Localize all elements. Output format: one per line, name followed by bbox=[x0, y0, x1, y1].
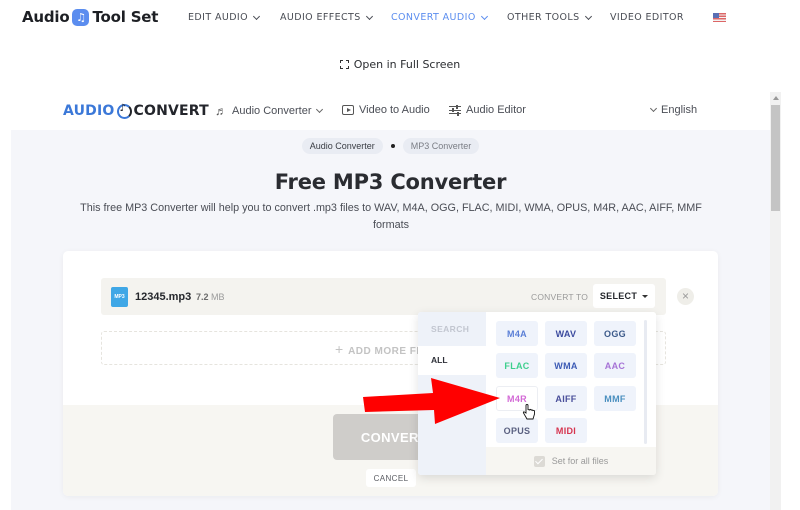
format-option-m4a[interactable]: M4A bbox=[496, 321, 538, 346]
file-row: MP3 12345.mp3 7.2 MB CONVERT TO SELECT bbox=[101, 278, 666, 315]
breadcrumb: Audio Converter MP3 Converter bbox=[11, 138, 770, 154]
format-option-midi[interactable]: MIDI bbox=[545, 418, 587, 443]
music-notes-icon: ♬ bbox=[215, 104, 227, 118]
play-icon bbox=[342, 105, 354, 115]
nav-label: EDIT AUDIO bbox=[188, 12, 248, 23]
format-option-aac[interactable]: AAC bbox=[594, 353, 636, 378]
format-search-input[interactable]: SEARCH bbox=[418, 312, 486, 346]
convert-to-label: CONVERT TO bbox=[531, 292, 589, 302]
app-nav-audio-converter[interactable]: ♬ Audio Converter bbox=[215, 104, 323, 118]
nav-label: OTHER TOOLS bbox=[507, 12, 580, 23]
nav-label: AUDIO EFFECTS bbox=[280, 12, 361, 23]
chevron-down-icon bbox=[252, 12, 261, 20]
embedded-app-frame: AUDIO CONVERT ♬ Audio Converter Video to… bbox=[11, 92, 781, 510]
fullscreen-icon bbox=[339, 60, 349, 69]
breadcrumb-audio-converter[interactable]: Audio Converter bbox=[301, 138, 383, 154]
file-name: 12345.mp3 bbox=[135, 291, 192, 303]
format-option-mmf[interactable]: MMF bbox=[594, 386, 636, 411]
nav-audio-effects[interactable]: AUDIO EFFECTS bbox=[280, 12, 373, 23]
format-option-flac[interactable]: FLAC bbox=[496, 353, 538, 378]
scrollbar[interactable] bbox=[770, 92, 781, 510]
set-for-all-label: Set for all files bbox=[551, 456, 609, 466]
page-description: This free MP3 Converter will help you to… bbox=[80, 202, 702, 231]
format-grid: M4A WAV OGG FLAC WMA AAC M4R AIFF MMF OP… bbox=[486, 312, 656, 447]
hand-pointer-cursor-icon bbox=[522, 404, 535, 420]
nav-label: VIDEO EDITOR bbox=[610, 12, 684, 23]
set-for-all-checkbox[interactable] bbox=[533, 455, 545, 467]
chevron-down-icon bbox=[365, 12, 373, 20]
chevron-down-icon bbox=[649, 104, 658, 113]
format-option-aiff[interactable]: AIFF bbox=[545, 386, 587, 411]
file-size: 7.2 MB bbox=[196, 292, 225, 302]
site-header: Audio ♫ Tool Set EDIT AUDIO AUDIO EFFECT… bbox=[0, 0, 800, 36]
fullscreen-label: Open in Full Screen bbox=[353, 58, 461, 71]
language-label: English bbox=[661, 104, 698, 116]
us-flag-icon[interactable] bbox=[713, 13, 726, 22]
app-logo-right: CONVERT bbox=[133, 103, 209, 119]
app-nav-label: Audio Converter bbox=[232, 105, 312, 117]
cancel-button[interactable]: CANCEL bbox=[366, 469, 416, 487]
remove-file-close-icon[interactable]: × bbox=[677, 288, 694, 305]
language-selector[interactable]: English bbox=[649, 104, 698, 116]
chevron-down-icon bbox=[315, 105, 323, 114]
format-option-wav[interactable]: WAV bbox=[545, 321, 587, 346]
red-annotation-arrow-icon bbox=[363, 378, 500, 424]
nav-other-tools[interactable]: OTHER TOOLS bbox=[507, 12, 592, 23]
breadcrumb-mp3-converter: MP3 Converter bbox=[402, 138, 480, 154]
category-all[interactable]: ALL bbox=[418, 346, 486, 375]
app-navbar: AUDIO CONVERT ♬ Audio Converter Video to… bbox=[11, 92, 770, 130]
format-option-ogg[interactable]: OGG bbox=[594, 321, 636, 346]
app-nav-label: Audio Editor bbox=[466, 104, 526, 116]
app-nav-video-to-audio[interactable]: Video to Audio bbox=[342, 104, 430, 116]
format-select-button[interactable]: SELECT bbox=[593, 284, 655, 308]
app-logo[interactable]: AUDIO CONVERT bbox=[63, 103, 209, 120]
file-size-value: 7.2 bbox=[196, 292, 209, 302]
app-nav-audio-editor[interactable]: Audio Editor bbox=[449, 104, 526, 116]
file-size-unit: MB bbox=[211, 292, 225, 302]
nav-label: CONVERT AUDIO bbox=[391, 12, 476, 23]
app-logo-left: AUDIO bbox=[63, 103, 115, 119]
caret-down-icon bbox=[642, 294, 649, 298]
nav-edit-audio[interactable]: EDIT AUDIO bbox=[188, 12, 261, 23]
open-fullscreen-link[interactable]: Open in Full Screen bbox=[0, 58, 800, 71]
set-for-all-files[interactable]: Set for all files bbox=[486, 447, 656, 475]
app-nav-label: Video to Audio bbox=[359, 104, 430, 116]
plus-icon: + bbox=[335, 341, 349, 357]
page-title: Free MP3 Converter bbox=[274, 170, 507, 194]
top-nav: EDIT AUDIO AUDIO EFFECTS CONVERT AUDIO O… bbox=[0, 12, 800, 26]
scroll-up-arrow-icon[interactable] bbox=[773, 96, 779, 100]
mp3-file-icon: MP3 bbox=[111, 287, 128, 307]
convert-swirl-icon bbox=[116, 103, 132, 119]
nav-video-editor[interactable]: VIDEO EDITOR bbox=[610, 12, 684, 23]
sliders-icon bbox=[449, 104, 461, 116]
format-option-wma[interactable]: WMA bbox=[545, 353, 587, 378]
nav-convert-audio[interactable]: CONVERT AUDIO bbox=[391, 12, 488, 23]
dropdown-scrollbar[interactable] bbox=[644, 320, 647, 444]
chevron-down-icon bbox=[584, 12, 592, 20]
breadcrumb-separator bbox=[390, 144, 395, 148]
chevron-down-icon bbox=[480, 12, 488, 20]
scroll-thumb[interactable] bbox=[771, 105, 780, 211]
select-label: SELECT bbox=[599, 291, 638, 301]
